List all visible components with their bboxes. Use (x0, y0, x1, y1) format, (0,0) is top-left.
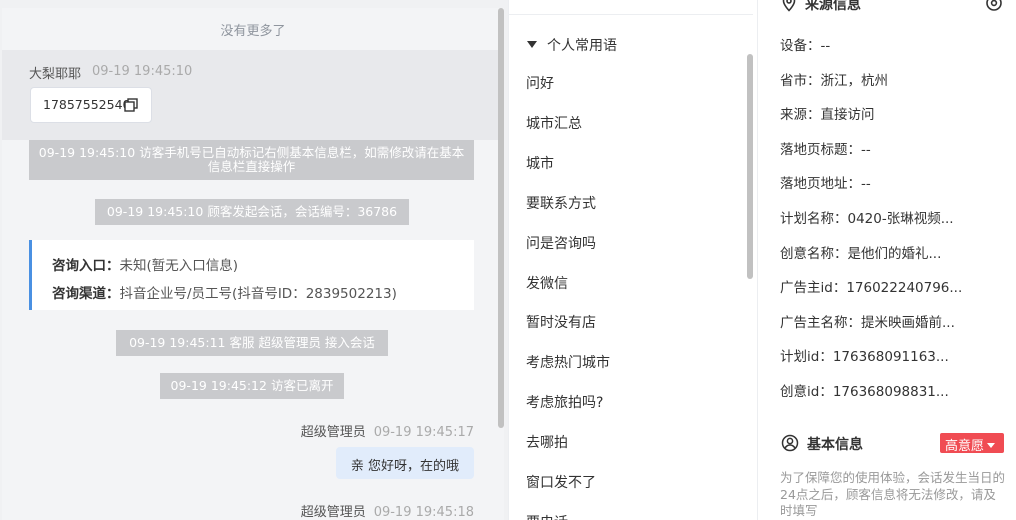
caret-down-icon (527, 41, 537, 48)
phone-number: 17857552540 (43, 97, 131, 112)
phrase-item[interactable]: 要联系方式 (526, 193, 596, 213)
common-phrases-panel: 个人常用语 问好城市汇总城市要联系方式问是咨询吗发微信暂时没有店考虑热门城市 考虑… (508, 0, 758, 520)
phrases-scrollbar[interactable] (747, 54, 753, 279)
phrase-item[interactable]: 考虑旅拍吗? (526, 392, 603, 412)
consult-entry: 咨询入口：未知(暂无入口信息) (52, 254, 238, 274)
divider (509, 14, 753, 15)
chat-scrollbar[interactable] (498, 8, 504, 428)
visitor-name: 大梨耶耶 (29, 67, 82, 82)
consult-channel-label: 咨询渠道： (52, 286, 120, 302)
system-message: 09-19 19:45:10 访客手机号已自动标记右侧基本信息栏，如需修改请在基… (29, 140, 474, 180)
phrase-item[interactable]: 要电话 (526, 512, 568, 520)
basic-info-title: 基本信息 (781, 434, 863, 454)
source-info-label: 来源信息 (805, 0, 861, 13)
agent-time: 09-19 19:45:18 (373, 505, 474, 520)
phrase-item[interactable]: 城市汇总 (526, 113, 582, 133)
consult-card: 咨询入口：未知(暂无入口信息) 咨询渠道：抖音企业号/员工号(抖音号ID：283… (29, 240, 474, 310)
consult-channel-value: 抖音企业号/员工号(抖音号ID：2839502213) (119, 286, 397, 302)
source-info-row: 广告主id：176022240796... (780, 280, 963, 297)
agent-name: 超级管理员 (300, 505, 366, 520)
phrase-item[interactable]: 暂时没有店 (526, 312, 596, 332)
visitor-time: 09-19 19:45:10 (92, 64, 193, 79)
phrase-item[interactable]: 窗口发不了 (526, 472, 596, 492)
agent-message-header: 超级管理员 09-19 19:45:17 (301, 421, 474, 440)
phrase-item[interactable]: 问是咨询吗 (526, 233, 596, 253)
agent-message-bubble: 亲 您好呀，在的哦 (336, 447, 474, 479)
no-more-text: 没有更多了 (220, 24, 286, 39)
basic-info-label: 基本信息 (807, 437, 863, 453)
phrase-item[interactable]: 城市 (526, 153, 554, 173)
source-info-row: 创意id：176368098831... (780, 384, 949, 400)
caret-down-icon (987, 443, 996, 448)
phrases-group-toggle[interactable]: 个人常用语 (527, 35, 617, 55)
chat-messages[interactable]: 没有更多了 大梨耶耶 09-19 19:45:10 17857552540 09… (2, 8, 504, 520)
system-message: 09-19 19:45:12 访客已离开 (160, 373, 344, 399)
intent-tag-dropdown[interactable]: 高意愿 (940, 433, 1004, 454)
source-info-title: 来源信息 (781, 0, 861, 14)
phrases-group-label: 个人常用语 (547, 38, 617, 54)
visitor-message: 大梨耶耶 09-19 19:45:10 17857552540 (2, 50, 504, 140)
consult-channel: 咨询渠道：抖音企业号/员工号(抖音号ID：2839502213) (52, 282, 397, 302)
phone-bubble: 17857552540 (30, 87, 152, 123)
system-message: 09-19 19:45:10 顾客发起会话，会话编号：36786 (95, 199, 409, 225)
source-info-row: 设备：-- (780, 38, 831, 54)
agent-message-header: 超级管理员 09-19 19:45:18 (301, 501, 474, 520)
source-info-row: 省市：浙江，杭州 (780, 72, 888, 89)
location-pin-icon (782, 0, 796, 12)
consult-entry-label: 咨询入口： (52, 258, 120, 274)
source-info-row: 来源：直接访问 (780, 107, 875, 124)
customer-info-panel: 来源信息 设备：-- 省市：浙江，杭州 来源：直接访问 落地页标题：-- 落地页地址：-… (759, 0, 1016, 520)
phrase-item[interactable]: 考虑热门城市 (526, 352, 610, 372)
settings-icon[interactable] (985, 0, 1003, 12)
phrase-item[interactable]: 去哪拍 (526, 432, 568, 452)
chat-panel: 没有更多了 大梨耶耶 09-19 19:45:10 17857552540 09… (0, 0, 508, 520)
source-info-row: 落地页地址：-- (780, 176, 871, 193)
system-message: 09-19 19:45:11 客服 超级管理员 接入会话 (116, 330, 388, 356)
copy-icon[interactable] (124, 98, 138, 112)
consult-entry-value: 未知(暂无入口信息) (119, 258, 239, 274)
app-root: 没有更多了 大梨耶耶 09-19 19:45:10 17857552540 09… (0, 0, 1016, 520)
source-info-row: 落地页标题：-- (780, 141, 871, 158)
phrase-item[interactable]: 发微信 (526, 273, 568, 293)
agent-name: 超级管理员 (300, 425, 366, 440)
source-info-row: 计划id：176368091163... (780, 349, 949, 366)
agent-time: 09-19 19:45:17 (373, 425, 474, 440)
source-info-row: 计划名称：0420-张琳视频... (780, 211, 954, 227)
user-circle-icon (781, 434, 799, 452)
phrase-item[interactable]: 问好 (526, 73, 554, 93)
source-info-row: 创意名称：是他们的婚礼... (780, 245, 942, 262)
source-info-row: 广告主名称：提米映画婚前... (780, 314, 955, 331)
edit-notice: 为了保障您的使用体验，会话发生当日的24点之后，顾客信息将无法修改，请及时填写 (780, 470, 1006, 518)
intent-tag-label: 高意愿 (945, 439, 985, 454)
